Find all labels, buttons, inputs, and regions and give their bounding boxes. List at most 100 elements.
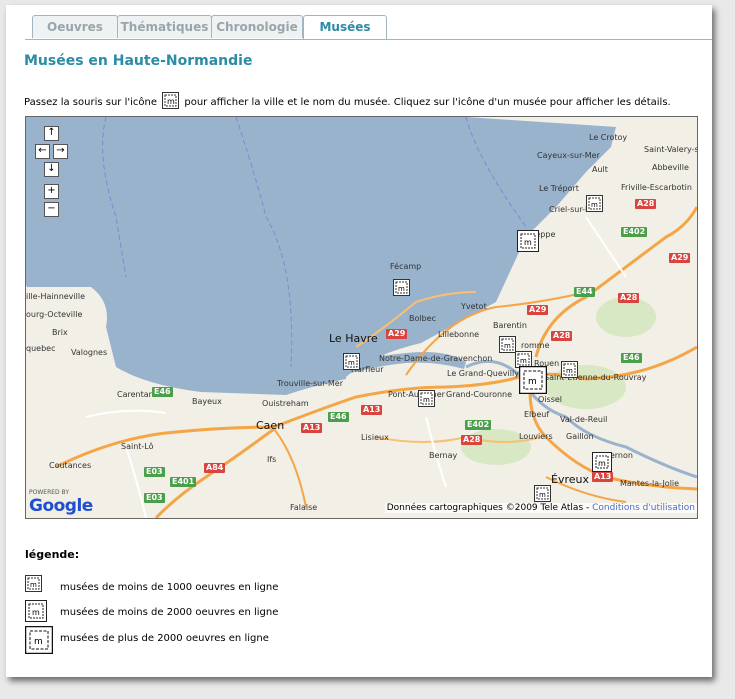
tab-oeuvres[interactable]: Oeuvres [32,15,118,38]
museum-icon: m [25,600,47,625]
place-label: Lisieux [361,433,389,442]
place-label: Ouistreham [262,399,309,408]
terms-link[interactable]: Conditions d'utilisation [592,503,695,513]
pan-down-button[interactable]: ↓ [44,162,59,177]
museum-marker-small[interactable]: m [343,353,360,373]
road-shield: E46 [621,353,642,363]
svg-text:m: m [528,377,537,387]
tab-divider [25,39,712,40]
road-shield: A28 [618,293,640,303]
place-label: Brix [52,328,68,337]
powered-by-label: POWERED BY [29,489,70,496]
place-label: ille-Hainneville [26,292,86,301]
place-label: Carentan [117,390,154,399]
road-shield: E03 [144,467,165,477]
place-label: Cayeux-sur-Mer [537,151,600,160]
place-label: Fécamp [390,262,422,271]
place-label: ourg-Octeville [26,310,83,319]
road-shield: E402 [465,420,492,430]
pan-left-button[interactable]: ← [35,144,50,159]
road-shield: A28 [461,435,483,445]
place-label: Falaise [290,503,318,512]
place-label: romme [521,341,550,350]
museum-icon: m [24,625,54,657]
legend-label: musées de moins de 1000 oeuvres en ligne [60,582,279,593]
tab-thematiques[interactable]: Thématiques [117,15,212,38]
museum-marker-small[interactable]: m [586,195,603,215]
place-label: Valognes [71,348,108,357]
museum-marker-medium[interactable]: m [517,230,539,255]
road-shield: A28 [551,331,573,341]
svg-text:m: m [348,359,355,367]
svg-text:m: m [34,637,43,647]
zoom-in-button[interactable]: + [44,184,59,199]
museum-marker-medium[interactable]: m [592,452,612,475]
svg-text:m: m [566,367,573,375]
place-label: Elbeuf [524,410,550,419]
place-label: Notre-Dame-de-Gravenchon [379,354,493,363]
intro-text: Passez la souris sur l'icône m pour affi… [24,92,671,112]
google-wordmark: Google [29,496,93,516]
place-label: Ault [592,165,608,174]
museum-marker-small[interactable]: m [418,390,435,410]
intro-after: pour afficher la ville et le nom du musé… [184,97,671,108]
place-label: Grand-Couronne [446,390,513,399]
place-label: Bernay [429,451,458,460]
road-shield: A84 [204,463,226,473]
svg-text:m: m [32,608,40,617]
intro-before: Passez la souris sur l'icône [24,97,157,108]
svg-text:m: m [398,285,405,293]
road-shield: A13 [301,423,323,433]
place-label: Trouville-sur-Mer [277,379,344,388]
place-label: Saint-Lô [121,442,154,451]
svg-text:m: m [598,459,606,468]
zoom-out-button[interactable]: − [44,202,59,217]
place-label: Coutances [49,461,92,470]
road-shield: E401 [170,477,197,487]
svg-text:m: m [524,238,532,247]
svg-text:m: m [30,581,37,589]
map-attribution: Données cartographiques ©2009 Tele Atlas… [384,503,697,513]
place-label: Abbeville [652,163,689,172]
museum-marker-small[interactable]: m [561,361,578,381]
place-label: Le Havre [329,332,378,345]
museum-icon: m [162,92,180,112]
road-shield: A28 [635,199,657,209]
place-label: quebec [26,344,56,353]
place-label: Val-de-Reuil [560,415,608,424]
place-label: Gaillon [566,432,594,441]
road-shield: E46 [328,412,349,422]
place-label: Le Grand-Quevilly [447,369,519,378]
page-title: Musées en Haute-Normandie [24,53,253,69]
place-label: Lillebonne [438,330,480,339]
museum-icon: m [25,575,42,595]
road-shield: E402 [621,227,648,237]
museum-marker-small[interactable]: m [393,279,410,299]
map[interactable]: ↑ ← → ↓ + − Le Crotoy Saint-Valery-s Cay… [25,116,698,519]
place-label: Saint-Étienne-du-Rouvray [544,373,647,382]
pan-up-button[interactable]: ↑ [44,126,59,141]
place-label: Le Crotoy [589,133,628,142]
place-label: Caen [256,419,285,432]
museum-marker-small[interactable]: m [534,485,551,505]
google-logo[interactable]: POWERED BY Google [29,489,93,516]
copyright-text: Données cartographiques ©2009 Tele Atlas… [386,503,590,513]
pan-right-button[interactable]: → [53,144,68,159]
place-label: Pont-Audemer [388,390,445,399]
place-label: Yvetot [461,302,487,311]
museum-marker-small[interactable]: m [499,336,516,356]
road-shield: E44 [574,287,595,297]
tab-musees[interactable]: Musées [303,15,387,40]
road-shield: A29 [669,253,691,263]
road-shield: E03 [144,493,165,503]
svg-text:m: m [423,396,430,404]
place-label: Louviers [519,432,553,441]
museum-marker-large[interactable]: m [518,365,548,397]
place-label: Ifs [267,455,277,464]
tab-chronologie[interactable]: Chronologie [211,15,303,38]
place-label: Bolbec [409,314,437,323]
place-label: Mantes-la-Jolie [620,479,680,488]
place-label: Friville-Escarbotin [621,183,692,192]
svg-text:m: m [520,357,527,365]
place-label: Le Tréport [539,184,579,193]
